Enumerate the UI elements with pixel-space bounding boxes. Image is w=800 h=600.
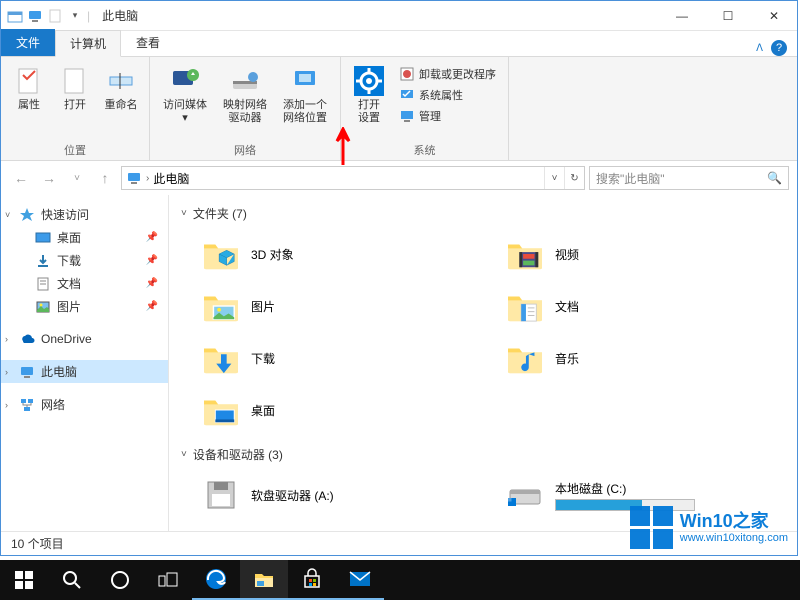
sidebar-network[interactable]: › 网络 <box>1 393 168 416</box>
chevron-down-icon: ˅ <box>181 208 187 219</box>
rename-button[interactable]: 重命名 <box>99 61 143 112</box>
sidebar-desktop[interactable]: 桌面📌 <box>1 226 168 249</box>
network-icon <box>19 397 35 413</box>
title-divider: | <box>83 9 94 23</box>
folder-downloads[interactable]: 下载 <box>197 334 481 382</box>
address-dropdown[interactable]: ˅ <box>544 167 564 189</box>
group-label-location: 位置 <box>64 140 86 158</box>
breadcrumb-separator[interactable]: › <box>146 173 149 184</box>
item-count: 10 个项目 <box>11 535 64 552</box>
pin-icon: 📌 <box>146 232 158 243</box>
qat-pc-icon[interactable] <box>27 8 43 24</box>
desktop-icon <box>35 230 51 246</box>
search-input[interactable]: 搜索"此电脑" 🔍 <box>589 166 789 190</box>
group-label-network: 网络 <box>234 140 256 158</box>
back-button[interactable]: ← <box>9 166 33 190</box>
qat-dropdown[interactable]: ▾ <box>67 8 83 24</box>
manage-button[interactable]: 管理 <box>397 107 498 125</box>
search-icon: 🔍 <box>767 171 782 185</box>
address-bar: ← → ˅ ↑ › 此电脑 ˅ ↻ 搜索"此电脑" 🔍 <box>1 161 797 195</box>
folder-desktop[interactable]: 桌面 <box>197 386 481 434</box>
folder-videos[interactable]: 视频 <box>501 230 785 278</box>
folder-3d-objects[interactable]: 3D 对象 <box>197 230 481 278</box>
store-app[interactable] <box>288 560 336 600</box>
ribbon-collapse-icon[interactable]: ᐱ <box>756 43 763 54</box>
star-icon <box>19 207 35 223</box>
cortana-button[interactable] <box>96 560 144 600</box>
explorer-window: ▾ | 此电脑 ― ☐ ✕ 文件 计算机 查看 ᐱ ? 属性 <box>0 0 798 556</box>
sidebar-this-pc[interactable]: › 此电脑 <box>1 360 168 383</box>
sidebar-pictures[interactable]: 图片📌 <box>1 295 168 318</box>
sidebar-onedrive[interactable]: › OneDrive <box>1 328 168 350</box>
folder-music[interactable]: 音乐 <box>501 334 785 382</box>
watermark: Win10之家 www.win10xitong.com <box>630 506 788 550</box>
document-icon <box>35 276 51 292</box>
folder-documents[interactable]: 文档 <box>501 282 785 330</box>
refresh-button[interactable]: ↻ <box>564 167 584 189</box>
pc-icon <box>19 364 35 380</box>
windows-logo-icon <box>630 506 674 550</box>
uninstall-programs-button[interactable]: 卸载或更改程序 <box>397 65 498 83</box>
address-box[interactable]: › 此电脑 ˅ ↻ <box>121 166 585 190</box>
main-view: ˅ 文件夹 (7) 3D 对象 视频 图片 文档 <box>169 195 797 531</box>
map-drive-button[interactable]: 映射网络 驱动器 <box>216 61 274 125</box>
access-media-button[interactable]: 访问媒体▾ <box>156 61 214 125</box>
pin-icon: 📌 <box>146 255 158 266</box>
download-icon <box>35 253 51 269</box>
open-settings-button[interactable]: 打开 设置 <box>347 61 391 125</box>
ribbon: 属性 打开 重命名 位置 访问媒体▾ <box>1 57 797 161</box>
up-button[interactable]: ↑ <box>93 166 117 190</box>
help-icon[interactable]: ? <box>771 40 787 56</box>
drives-section-header[interactable]: ˅ 设备和驱动器 (3) <box>181 442 785 467</box>
maximize-button[interactable]: ☐ <box>705 1 751 31</box>
start-button[interactable] <box>0 560 48 600</box>
task-view-button[interactable] <box>144 560 192 600</box>
open-button[interactable]: 打开 <box>53 61 97 112</box>
qat-blank-icon[interactable] <box>47 8 63 24</box>
window-title: 此电脑 <box>102 7 138 24</box>
pin-icon: 📌 <box>146 301 158 312</box>
ribbon-tabs: 文件 计算机 查看 ᐱ ? <box>1 31 797 57</box>
ribbon-group-network: 访问媒体▾ 映射网络 驱动器 添加一个 网络位置 网络 <box>150 57 341 160</box>
tab-file[interactable]: 文件 <box>1 29 55 56</box>
title-bar: ▾ | 此电脑 ― ☐ ✕ <box>1 1 797 31</box>
forward-button[interactable]: → <box>37 166 61 190</box>
navigation-pane: ˅ 快速访问 桌面📌 下载📌 文档📌 图片📌 › <box>1 195 169 531</box>
breadcrumb-current[interactable]: 此电脑 <box>153 170 189 187</box>
tab-computer[interactable]: 计算机 <box>55 30 121 57</box>
content-area: ˅ 快速访问 桌面📌 下载📌 文档📌 图片📌 › <box>1 195 797 531</box>
search-button[interactable] <box>48 560 96 600</box>
ribbon-group-system: 打开 设置 卸载或更改程序 系统属性 管理 <box>341 57 509 160</box>
folders-section-header[interactable]: ˅ 文件夹 (7) <box>181 201 785 226</box>
pc-icon <box>126 170 142 186</box>
mail-app[interactable] <box>336 560 384 600</box>
close-button[interactable]: ✕ <box>751 1 797 31</box>
edge-app[interactable] <box>192 560 240 600</box>
add-network-location-button[interactable]: 添加一个 网络位置 <box>276 61 334 125</box>
group-label-system: 系统 <box>414 140 436 158</box>
recent-dropdown[interactable]: ˅ <box>65 166 89 190</box>
sidebar-quick-access[interactable]: ˅ 快速访问 <box>1 203 168 226</box>
explorer-app[interactable] <box>240 560 288 600</box>
drive-floppy[interactable]: 软盘驱动器 (A:) <box>197 471 481 519</box>
ribbon-group-location: 属性 打开 重命名 位置 <box>1 57 150 160</box>
folder-pictures[interactable]: 图片 <box>197 282 481 330</box>
system-properties-button[interactable]: 系统属性 <box>397 86 498 104</box>
sidebar-downloads[interactable]: 下载📌 <box>1 249 168 272</box>
pin-icon: 📌 <box>146 278 158 289</box>
onedrive-icon <box>19 331 35 347</box>
sidebar-documents[interactable]: 文档📌 <box>1 272 168 295</box>
tab-view[interactable]: 查看 <box>121 29 175 56</box>
properties-button[interactable]: 属性 <box>7 61 51 112</box>
minimize-button[interactable]: ― <box>659 1 705 31</box>
chevron-down-icon: ˅ <box>181 449 187 460</box>
taskbar <box>0 560 800 600</box>
picture-icon <box>35 299 51 315</box>
app-icon <box>7 8 23 24</box>
